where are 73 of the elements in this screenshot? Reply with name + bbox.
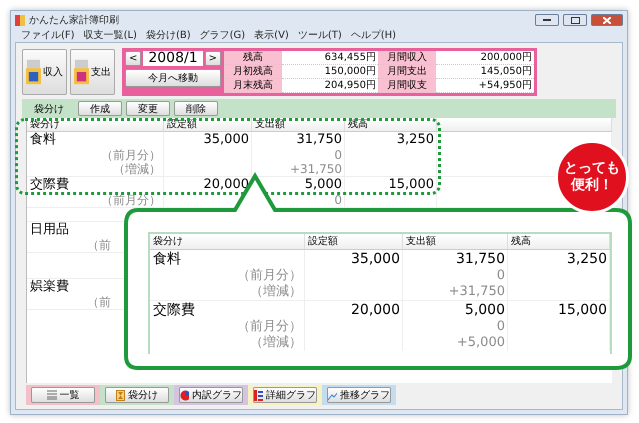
sub-label: （前月分） [150, 319, 305, 335]
sub-label: （前月分） [27, 148, 164, 162]
expense-button[interactable]: 支出 [70, 49, 115, 95]
summary-label: 月間収入 [378, 51, 436, 65]
summary-label: 月末残高 [224, 79, 282, 93]
amount-cell: 35,000 [164, 132, 252, 148]
summary-value: 200,000円 [436, 51, 534, 65]
menu-item[interactable]: 収支一覧(L) [84, 29, 137, 42]
menu-item[interactable]: 表示(V) [254, 29, 289, 42]
hourglass-icon [116, 390, 125, 400]
summary-value: +54,950円 [436, 79, 534, 93]
toolbar-button[interactable]: 作成 [78, 101, 122, 116]
column-header: 袋分け [150, 234, 305, 250]
toolbar-button[interactable]: 削除 [174, 101, 218, 116]
column-header: 支出額 [403, 234, 508, 250]
menu-item[interactable]: 袋分け(B) [146, 29, 191, 42]
amount-cell: +5,000 [403, 335, 508, 351]
amount-cell: 0 [403, 268, 508, 284]
amount-cell: 31,750 [252, 132, 345, 148]
view-tab[interactable]: 詳細グラフ [253, 387, 317, 403]
month-field: 2008/1 [143, 51, 203, 66]
amount-cell: 3,250 [508, 250, 610, 268]
close-icon [603, 16, 611, 24]
amount-cell: 31,750 [403, 250, 508, 268]
view-tab[interactable]: 内訳グラフ [179, 387, 243, 403]
amount-cell: 15,000 [508, 301, 610, 319]
view-tab[interactable]: 袋分け [105, 387, 169, 403]
maximize-icon [570, 16, 580, 24]
toolbar-button[interactable]: 変更 [126, 101, 170, 116]
minimize-button[interactable] [535, 14, 559, 26]
summary-label: 月初残高 [224, 65, 282, 79]
close-button[interactable] [591, 14, 623, 26]
category-name: 食料 [27, 132, 164, 148]
menu-item[interactable]: ファイル(F) [21, 29, 75, 42]
amount-cell: 20,000 [305, 301, 403, 319]
maximize-button[interactable] [563, 14, 587, 26]
amount-cell: 0 [252, 148, 345, 162]
minimize-icon [543, 18, 551, 22]
menu-item[interactable]: ヘルプ(H) [350, 29, 396, 42]
menu-item[interactable]: ツール(T) [298, 29, 342, 42]
sub-label: （増減） [27, 162, 164, 176]
sub-label: （前月分） [27, 193, 164, 207]
pie-chart-icon [180, 390, 189, 400]
view-tab[interactable]: 一覧 [31, 387, 95, 403]
category-name: 交際費 [150, 301, 305, 319]
summary-label: 月間収支 [378, 79, 436, 93]
column-header: 残高 [508, 234, 610, 250]
category-name: 食料 [150, 250, 305, 268]
sub-label: （増減） [150, 284, 305, 300]
income-button[interactable]: 収入 [22, 49, 67, 95]
sub-label: （増減） [150, 335, 305, 351]
expense-icon [74, 58, 89, 86]
summary-value: 145,050円 [436, 65, 534, 79]
column-header: 設定額 [305, 234, 403, 250]
next-button[interactable]: > [204, 51, 221, 66]
amount-cell: 5,000 [403, 301, 508, 319]
window-title: かんたん家計簿印刷 [29, 14, 120, 27]
amount-cell: 0 [403, 319, 508, 335]
toolbar-label: 袋分け [34, 102, 65, 116]
previous-button[interactable]: < [125, 51, 142, 66]
summary-label: 残高 [224, 51, 282, 65]
amount-cell: 35,000 [305, 250, 403, 268]
sub-label: （前月分） [150, 268, 305, 284]
summary-label: 月間支出 [378, 65, 436, 79]
menu-item[interactable]: グラフ(G) [200, 29, 246, 42]
income-icon [26, 58, 41, 86]
amount-cell: 3,250 [345, 132, 437, 148]
bar-chart-icon [254, 390, 263, 400]
view-tab[interactable]: 推移グラフ [327, 387, 391, 403]
app-icon [15, 14, 25, 26]
this-month-button[interactable]: 今月へ移動 [125, 69, 221, 87]
list-icon [46, 390, 56, 400]
amount-cell: +31,750 [403, 284, 508, 300]
